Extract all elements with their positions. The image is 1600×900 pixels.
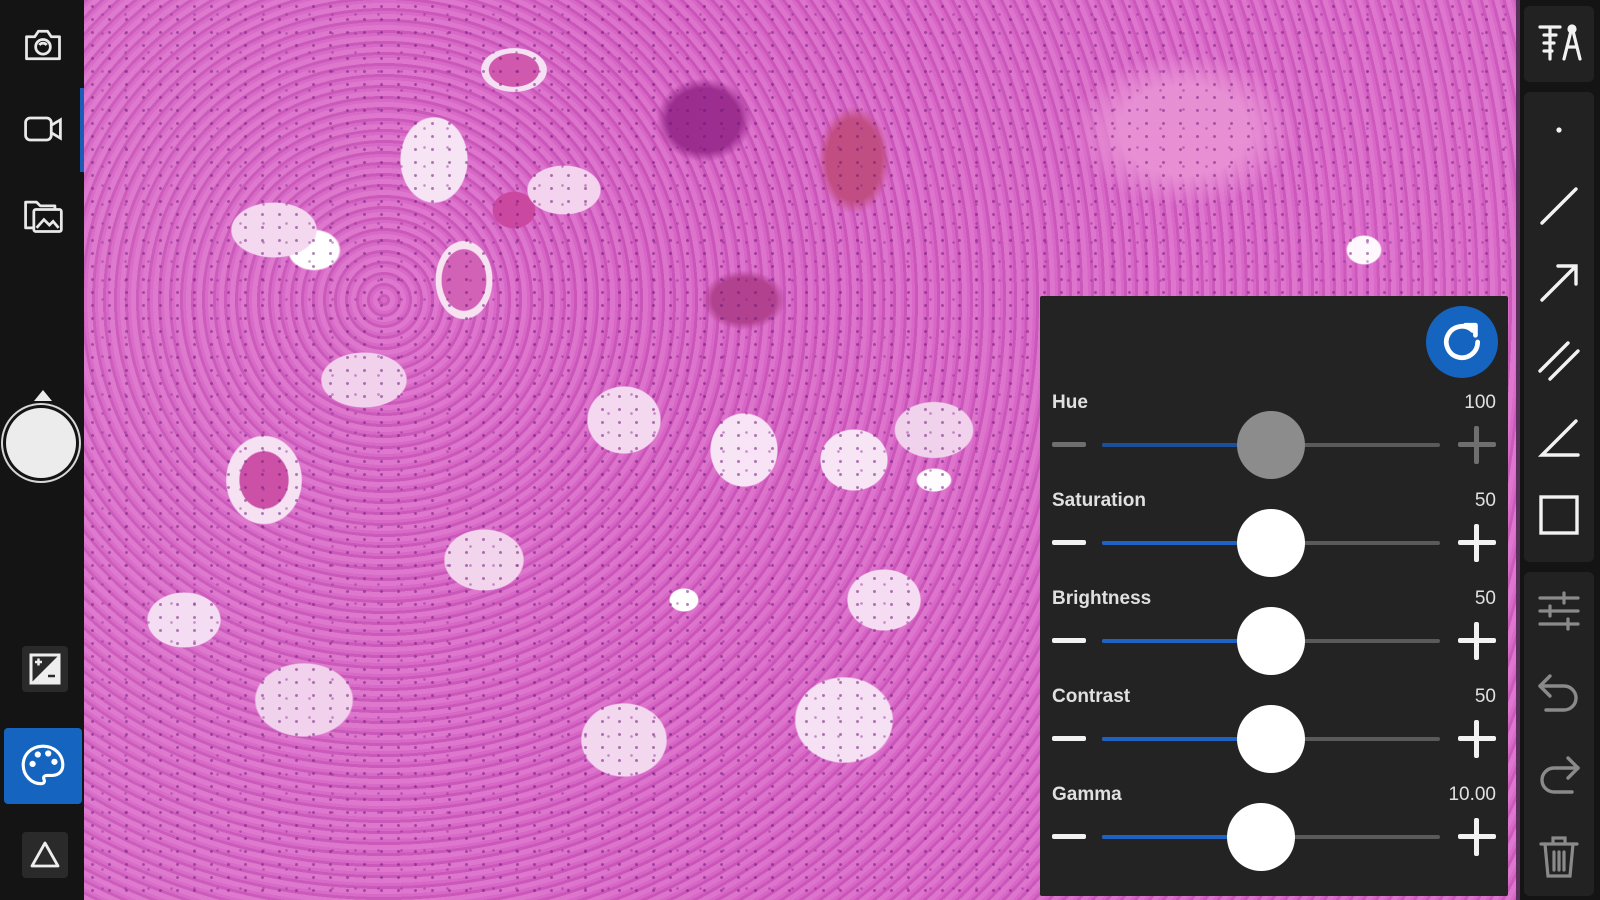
capture-button[interactable] [6, 408, 76, 478]
color-adjust-panel: Hue 100 Saturation 50 Brightness 50 Cont… [1040, 296, 1508, 896]
color-adjust-button[interactable] [4, 728, 82, 804]
contrast-slider-thumb[interactable] [1237, 705, 1305, 773]
brightness-decrease-button[interactable] [1052, 638, 1086, 643]
angle-tool-icon[interactable] [1524, 407, 1594, 469]
delete-trash-icon[interactable] [1524, 826, 1594, 888]
brightness-slider-row: Brightness 50 [1040, 588, 1508, 686]
arrow-tool-icon[interactable] [1524, 252, 1594, 314]
gamma-decrease-button[interactable] [1052, 834, 1086, 839]
exposure-icon[interactable] [22, 646, 68, 692]
gamma-slider-row: Gamma 10.00 [1040, 784, 1508, 882]
toolbar-divider [1516, 0, 1520, 900]
redo-icon[interactable] [1524, 744, 1594, 806]
contrast-increase-button[interactable] [1458, 720, 1496, 758]
gamma-value: 10.00 [1448, 784, 1496, 805]
video-camera-icon[interactable] [12, 98, 74, 160]
palette-icon [21, 744, 65, 786]
right-toolbar [1516, 0, 1600, 900]
brightness-label: Brightness [1052, 588, 1152, 609]
saturation-slider-thumb[interactable] [1237, 509, 1305, 577]
gamma-slider-thumb[interactable] [1226, 803, 1295, 871]
contrast-decrease-button[interactable] [1052, 736, 1086, 741]
contrast-label: Contrast [1052, 686, 1131, 707]
edit-tools-group [1524, 572, 1594, 896]
shutter-control [4, 390, 80, 490]
reset-button[interactable] [1426, 306, 1498, 378]
parallel-lines-tool-icon[interactable] [1524, 329, 1594, 391]
warning-triangle-icon[interactable] [22, 832, 68, 878]
active-indicator [80, 88, 84, 172]
hue-label: Hue [1052, 392, 1088, 413]
saturation-value: 50 [1474, 490, 1496, 511]
saturation-label: Saturation [1052, 490, 1146, 511]
hue-increase-button[interactable] [1458, 426, 1496, 464]
contrast-slider-row: Contrast 50 [1040, 686, 1508, 784]
saturation-slider-row: Saturation 50 [1040, 490, 1508, 588]
reset-refresh-icon [1443, 322, 1481, 360]
tools-header-group [1524, 6, 1594, 82]
hue-decrease-button[interactable] [1052, 442, 1086, 447]
undo-icon[interactable] [1524, 662, 1594, 724]
point-tool-icon[interactable] [1524, 99, 1594, 161]
brightness-slider-thumb[interactable] [1237, 607, 1305, 675]
gamma-increase-button[interactable] [1458, 818, 1496, 856]
hue-value: 100 [1464, 392, 1496, 413]
left-toolbar [0, 0, 84, 900]
line-tool-icon[interactable] [1524, 175, 1594, 237]
brightness-value: 50 [1474, 588, 1496, 609]
contrast-value: 50 [1474, 686, 1496, 707]
expand-caret-icon[interactable] [34, 390, 52, 401]
settings-sliders-icon[interactable] [1524, 580, 1594, 642]
hue-slider-row: Hue 100 [1040, 392, 1508, 490]
brightness-increase-button[interactable] [1458, 622, 1496, 660]
gallery-folder-icon[interactable] [12, 184, 74, 246]
saturation-increase-button[interactable] [1458, 524, 1496, 562]
hue-slider-thumb[interactable] [1237, 411, 1305, 479]
gamma-label: Gamma [1052, 784, 1122, 805]
camera-snapshot-icon[interactable] [12, 14, 74, 76]
drawing-tools-group [1524, 92, 1594, 562]
saturation-decrease-button[interactable] [1052, 540, 1086, 545]
measurement-tools-icon[interactable] [1524, 13, 1594, 75]
rectangle-tool-icon[interactable] [1524, 484, 1594, 546]
